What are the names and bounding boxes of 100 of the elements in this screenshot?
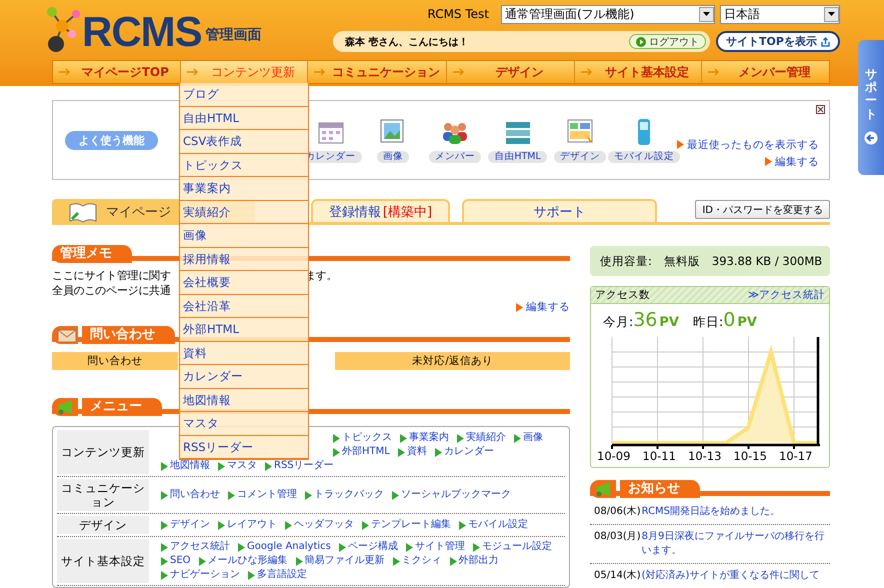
menu-link[interactable]: トピックス [333, 431, 392, 445]
shortcut-link[interactable]: 自由HTML [488, 151, 547, 163]
triangle-icon [392, 490, 399, 500]
menu-item[interactable]: 外部HTML [180, 318, 308, 342]
menu-item[interactable]: 会社概要 [180, 271, 308, 294]
menu-link[interactable]: 外部出力 [450, 554, 499, 568]
triangle-icon [265, 462, 272, 470]
nav-item[interactable]: デザイン [446, 61, 574, 83]
caret-icon [703, 12, 710, 16]
menu-link[interactable]: 問い合わせ [161, 488, 220, 502]
column-header: 未対応/返信あり [335, 352, 570, 370]
menu-item[interactable]: 自由HTML [180, 106, 308, 130]
greeting-text: 森本 壱さん、こんにちは！ [345, 36, 468, 48]
menu-link[interactable]: ソーシャルブックマーク [392, 488, 511, 502]
menu-link[interactable]: ミクシィ [392, 554, 442, 568]
nav-item[interactable]: メンバー管理 [701, 61, 829, 83]
shortcut-link[interactable]: 画像 [376, 151, 409, 163]
usage-label: 使用容量: [600, 254, 652, 268]
shortcut-link[interactable]: モバイル設定 [608, 151, 680, 163]
menu-item[interactable]: 資料 [180, 342, 308, 365]
nav-item[interactable]: マイページTOP [53, 61, 180, 83]
menu-item[interactable]: 実績紹介 [180, 200, 308, 224]
menu-item[interactable]: カレンダー [180, 365, 308, 388]
menu-link[interactable]: 外部HTML [333, 445, 390, 459]
stat-label: 昨日: [693, 314, 724, 331]
axis-label: 10-15 [734, 449, 768, 463]
news-date: 05/14(木) [594, 569, 641, 583]
stat-unit: PV [659, 315, 679, 330]
dropdown-select[interactable]: 日本語 [720, 4, 840, 24]
text-link[interactable]: 編集する [765, 154, 819, 168]
menu-link[interactable]: 事業案内 [400, 431, 449, 445]
menu-link[interactable]: SEO [161, 554, 191, 568]
news-link[interactable]: RCMS開発日誌を始めました。 [642, 505, 830, 519]
menu-item[interactable]: 画像 [180, 224, 308, 248]
edit-link[interactable]: 編集する [516, 300, 570, 314]
menu-link[interactable]: モバイル設定 [459, 518, 528, 532]
logout-button[interactable]: ログアウト [629, 34, 706, 49]
tab[interactable]: 登録情報[構築中] [311, 199, 450, 222]
menu-link[interactable]: ヘッダフッタ [285, 518, 354, 532]
menu-item[interactable]: 事業案内 [180, 177, 308, 200]
triangle-icon [296, 556, 303, 566]
news-link[interactable]: 8月9日深夜にファイルサーバの移行を行います。 [642, 530, 830, 558]
category-label: デザイン [57, 516, 149, 534]
menu-link[interactable]: 簡易ファイル更新 [296, 554, 385, 568]
triangle-icon [218, 520, 225, 530]
dropdown-select[interactable]: 通常管理画面(フル機能) [501, 4, 715, 24]
menu-link[interactable]: 実績紹介 [457, 431, 506, 445]
menu-item[interactable]: CSV表作成 [180, 130, 308, 154]
shortcut-title: よく使う機能 [65, 130, 158, 150]
text-link[interactable]: 最近使ったものを表示する [677, 138, 819, 152]
stat-unit: PV [737, 315, 757, 330]
menu-link[interactable]: 多言語設定 [248, 568, 307, 582]
menu-link[interactable]: マスタ [218, 459, 257, 473]
site-top-button[interactable]: サイトTOPを表示 [716, 31, 840, 52]
menu-item[interactable]: RSSリーダー [180, 436, 308, 459]
menu-link[interactable]: 資料 [398, 445, 427, 459]
menu-item[interactable]: 地図情報 [180, 388, 308, 412]
menu-link[interactable]: テンプレート編集 [362, 518, 451, 532]
triangle-icon [238, 542, 245, 552]
triangle-icon [248, 570, 255, 580]
menu-link[interactable]: トラックバック [305, 488, 384, 502]
menu-link[interactable]: モジュール設定 [472, 540, 552, 554]
menu-item[interactable]: トピックス [180, 154, 308, 177]
news-link[interactable]: (対応済み)サイトが重くなる件に関して [642, 569, 830, 583]
axis-label: 10-09 [597, 449, 632, 463]
category-label: コンテンツ更新 [57, 430, 149, 474]
triangle-icon [457, 434, 464, 442]
triangle-icon [161, 520, 168, 530]
nav-item[interactable]: サイト基本設定 [574, 61, 702, 83]
menu-link[interactable]: デザイン [161, 518, 210, 532]
menu-item[interactable]: 採用情報 [180, 248, 308, 271]
logo-subtitle: 管理画面 [206, 26, 262, 44]
menu-link[interactable]: 地図情報 [161, 459, 210, 473]
triangle-icon [228, 490, 235, 500]
menu-link[interactable]: アクセス統計 [161, 540, 230, 554]
news-date: 08/06(木) [594, 505, 641, 519]
caret-icon [828, 12, 835, 16]
password-button[interactable]: ID・パスワードを変更する [695, 200, 830, 219]
menu-link[interactable]: 画像 [514, 431, 543, 445]
menu-link[interactable]: ページ構成 [338, 540, 398, 554]
stats-link[interactable]: ≫アクセス統計 [748, 288, 825, 302]
shortcut-link[interactable]: デザイン [554, 151, 606, 163]
triangle-icon [765, 157, 772, 166]
triangle-icon [285, 520, 292, 530]
menu-item[interactable]: マスタ [180, 412, 308, 436]
arrow-icon [708, 68, 720, 76]
shortcut-link[interactable]: メンバー [429, 151, 482, 163]
menu-item[interactable]: ブログ [180, 83, 308, 106]
menu-link[interactable]: コメント管理 [228, 488, 297, 502]
menu-link[interactable]: メールひな形編集 [198, 554, 288, 568]
menu-link[interactable]: Google Analytics [238, 540, 331, 554]
tab[interactable]: サポート [462, 199, 657, 222]
menu-item[interactable]: 会社沿革 [180, 294, 308, 318]
panel-title: アクセス数 [595, 288, 650, 302]
menu-link[interactable]: カレンダー [434, 445, 494, 459]
menu-link[interactable]: RSSリーダー [265, 459, 334, 473]
menu-link[interactable]: レイアウト [218, 518, 277, 532]
menu-link[interactable]: ナビゲーション [161, 568, 240, 582]
menu-link[interactable]: サイト管理 [406, 540, 465, 554]
close-icon [816, 105, 825, 114]
